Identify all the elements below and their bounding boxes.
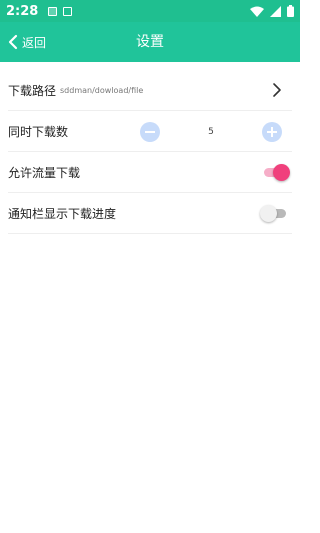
allow-mobile-data-label: 允许流量下载 xyxy=(8,165,81,180)
concurrent-downloads-label: 同时下载数 xyxy=(8,124,69,139)
setting-allow-mobile-data: 允许流量下载 xyxy=(8,152,292,193)
wifi-icon xyxy=(250,6,264,17)
document-icon xyxy=(63,6,73,16)
image-icon xyxy=(48,6,58,16)
signal-icon xyxy=(270,5,281,17)
allow-mobile-data-toggle[interactable] xyxy=(260,164,290,181)
notification-progress-toggle[interactable] xyxy=(260,205,290,222)
setting-notification-progress: 通知栏显示下载进度 xyxy=(8,193,292,234)
chevron-right-icon xyxy=(273,83,281,97)
notification-progress-label: 通知栏显示下载进度 xyxy=(8,206,117,221)
status-time: 2:28 xyxy=(6,3,39,19)
increment-button[interactable] xyxy=(262,121,282,142)
concurrent-downloads-value: 5 xyxy=(208,126,214,137)
status-bar: 2:28 xyxy=(0,0,300,22)
setting-download-path[interactable]: 下载路径 sddman/dowload/file xyxy=(8,70,292,111)
setting-concurrent-downloads: 同时下载数 5 xyxy=(8,111,292,152)
page-title: 设置 xyxy=(136,34,164,50)
download-path-value: sddman/dowload/file xyxy=(60,85,144,95)
settings-list: 下载路径 sddman/dowload/file 同时下载数 5 允许流量下载 … xyxy=(8,70,292,234)
download-path-label: 下载路径 xyxy=(8,83,57,98)
concurrent-downloads-stepper: 5 xyxy=(140,111,282,152)
battery-icon xyxy=(287,5,294,17)
decrement-button[interactable] xyxy=(140,121,160,142)
app-header: 返回 设置 xyxy=(0,22,300,62)
